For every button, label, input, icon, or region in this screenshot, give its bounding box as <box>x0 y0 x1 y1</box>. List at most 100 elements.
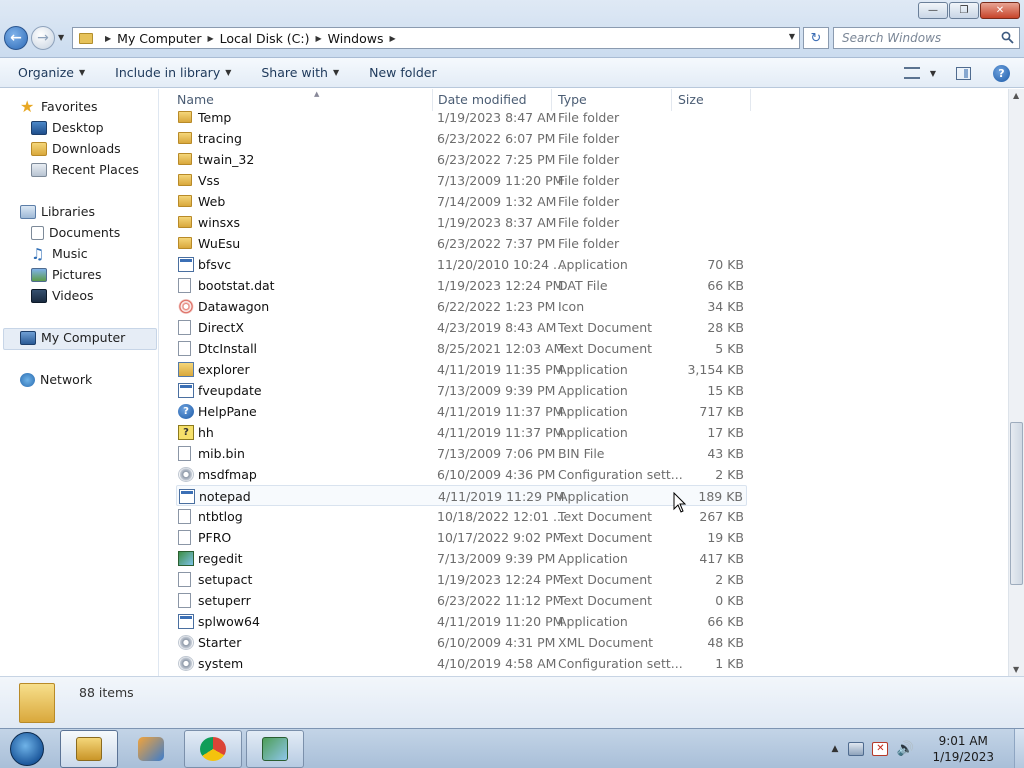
column-header-name-label: Name <box>177 92 214 107</box>
recent-pages-dropdown[interactable]: ▼ <box>58 33 64 42</box>
close-button[interactable]: ✕ <box>980 2 1020 19</box>
clock[interactable]: 9:01 AM 1/19/2023 <box>932 733 994 765</box>
action-center-icon[interactable]: ✕ <box>872 742 889 756</box>
file-row[interactable]: bootstat.dat 1/19/2023 12:24 PM DAT File 66… <box>176 275 747 296</box>
file-date-modified: 6/23/2022 7:37 PM <box>437 236 556 251</box>
file-row[interactable]: splwow64 4/11/2019 11:20 PM Application 66 … <box>176 611 747 632</box>
taskbar-network-app-button[interactable] <box>246 730 304 768</box>
file-type: File folder <box>558 215 620 230</box>
file-date-modified: 4/11/2019 11:20 PM <box>437 614 564 629</box>
file-row[interactable]: winsxs 1/19/2023 8:37 AM File folder <box>176 212 747 233</box>
taskbar-explorer-button[interactable] <box>60 730 118 768</box>
file-type: Application <box>558 362 628 377</box>
view-options-icon[interactable] <box>903 67 920 79</box>
forward-button[interactable]: → <box>31 26 55 50</box>
file-type: Text Document <box>558 572 653 587</box>
file-row[interactable]: fveupdate 7/13/2009 9:39 PM Application 15 … <box>176 380 747 401</box>
show-hidden-icons-icon[interactable]: ▲ <box>832 744 839 754</box>
file-row[interactable]: bfsvc 11/20/2010 10:24 ... Application 70 K… <box>176 254 747 275</box>
show-desktop-button[interactable] <box>1014 729 1024 768</box>
config-icon <box>178 467 194 482</box>
chevron-right-icon[interactable]: ▶ <box>105 34 111 43</box>
nav-item-documents[interactable]: Documents <box>31 225 120 240</box>
explorer-icon <box>76 737 102 761</box>
file-row[interactable]: Web 7/14/2009 1:32 AM File folder <box>176 191 747 212</box>
file-row[interactable]: setuperr 6/23/2022 11:12 PM Text Document 0… <box>176 590 747 611</box>
file-row[interactable]: ? HelpPane 4/11/2019 11:37 PM Application 71… <box>176 401 747 422</box>
breadcrumb-local-disk[interactable]: Local Disk (C:) <box>220 31 310 46</box>
file-row[interactable]: WuEsu 6/23/2022 7:37 PM File folder <box>176 233 747 254</box>
refresh-button[interactable]: ↻ <box>803 27 829 49</box>
taskbar-chrome-button[interactable] <box>184 730 242 768</box>
nav-item-label: Desktop <box>52 120 104 135</box>
search-input[interactable]: Search Windows <box>833 27 1020 49</box>
help-icon[interactable]: ? <box>993 64 1010 82</box>
chrome-icon <box>200 737 226 761</box>
chevron-down-icon[interactable]: ▼ <box>930 69 936 78</box>
preview-pane-icon[interactable] <box>956 66 971 80</box>
start-button[interactable] <box>2 729 52 768</box>
scroll-down-icon[interactable]: ▼ <box>1013 665 1019 674</box>
nav-item-music[interactable]: ♫ Music <box>31 246 88 261</box>
file-row[interactable]: regedit 7/13/2009 9:39 PM Application 417 K… <box>176 548 747 569</box>
nav-libraries[interactable]: Libraries <box>20 204 95 219</box>
include-in-library-menu[interactable]: Include in library ▼ <box>106 58 240 87</box>
nav-item-pictures[interactable]: Pictures <box>31 267 102 282</box>
chevron-right-icon[interactable]: ▶ <box>207 34 213 43</box>
file-row[interactable]: ntbtlog 10/18/2022 12:01 ... Text Document… <box>176 506 747 527</box>
chevron-right-icon[interactable]: ▶ <box>389 34 395 43</box>
file-row[interactable]: Temp 1/19/2023 8:47 AM File folder <box>176 107 747 128</box>
file-row[interactable]: DirectX 4/23/2019 8:43 AM Text Document 28 … <box>176 317 747 338</box>
column-separator[interactable] <box>750 89 751 111</box>
file-row[interactable]: PFRO 10/17/2022 9:02 PM Text Document 19 KB <box>176 527 747 548</box>
new-folder-button[interactable]: New folder <box>360 58 446 87</box>
file-size: 70 KB <box>707 257 744 272</box>
network-tray-icon[interactable] <box>848 742 865 756</box>
file-row[interactable]: msdfmap 6/10/2009 4:36 PM Configuration se… <box>176 464 747 485</box>
file-row[interactable]: tracing 6/23/2022 6:07 PM File folder <box>176 128 747 149</box>
file-row[interactable]: system 4/10/2019 4:58 AM Configuration set… <box>176 653 747 674</box>
nav-my-computer[interactable]: My Computer <box>20 330 125 345</box>
vertical-scrollbar[interactable]: ▲ ▼ <box>1008 89 1024 676</box>
document-icon <box>178 572 191 587</box>
address-bar[interactable]: ▶ My Computer ▶ Local Disk (C:) ▶ Window… <box>72 27 800 49</box>
nav-item-label: Recent Places <box>52 162 139 177</box>
command-toolbar: Organize ▼ Include in library ▼ Share wi… <box>0 58 1024 88</box>
share-with-menu[interactable]: Share with ▼ <box>252 58 348 87</box>
back-button[interactable]: ← <box>4 26 28 50</box>
taskbar-media-player-button[interactable] <box>122 730 180 768</box>
search-icon[interactable] <box>1001 31 1014 44</box>
file-row[interactable]: DtcInstall 8/25/2021 12:03 AM Text Documen… <box>176 338 747 359</box>
nav-item-label: Music <box>52 246 88 261</box>
file-row[interactable]: twain_32 6/23/2022 7:25 PM File folder <box>176 149 747 170</box>
videos-icon <box>31 288 47 303</box>
file-row[interactable]: notepad 4/11/2019 11:29 PM Application 189 … <box>176 485 747 506</box>
file-name: mib.bin <box>198 446 245 461</box>
file-row[interactable]: ? hh 4/11/2019 11:37 PM Application 17 KB <box>176 422 747 443</box>
file-row[interactable]: Datawagon 6/22/2022 1:23 PM Icon 34 KB <box>176 296 747 317</box>
file-row[interactable]: explorer 4/11/2019 11:35 PM Application 3,1… <box>176 359 747 380</box>
file-row[interactable]: mib.bin 7/13/2009 7:06 PM BIN File 43 KB <box>176 443 747 464</box>
organize-menu[interactable]: Organize ▼ <box>9 58 94 87</box>
nav-item-downloads[interactable]: Downloads <box>31 141 121 156</box>
chevron-right-icon[interactable]: ▶ <box>316 34 322 43</box>
nav-item-desktop[interactable]: Desktop <box>31 120 104 135</box>
maximize-button[interactable]: ❐ <box>949 2 979 19</box>
nav-favorites[interactable]: ★ Favorites <box>20 98 97 114</box>
application-icon <box>178 614 194 629</box>
nav-item-recent-places[interactable]: Recent Places <box>31 162 139 177</box>
file-row[interactable]: Vss 7/13/2009 11:20 PM File folder <box>176 170 747 191</box>
nav-network[interactable]: Network <box>20 372 92 387</box>
file-row[interactable]: Starter 6/10/2009 4:31 PM XML Document 48 K… <box>176 632 747 653</box>
file-name: winsxs <box>198 215 241 230</box>
nav-item-videos[interactable]: Videos <box>31 288 94 303</box>
file-type: Text Document <box>558 320 653 335</box>
scroll-up-icon[interactable]: ▲ <box>1013 91 1019 100</box>
scrollbar-thumb[interactable] <box>1010 422 1023 585</box>
volume-icon[interactable]: 🔊 <box>896 742 913 756</box>
file-row[interactable]: setupact 1/19/2023 12:24 PM Text Document 2… <box>176 569 747 590</box>
breadcrumb-my-computer[interactable]: My Computer <box>117 31 201 46</box>
address-dropdown-icon[interactable]: ▼ <box>789 32 795 41</box>
minimize-button[interactable]: — <box>918 2 948 19</box>
breadcrumb-windows[interactable]: Windows <box>328 31 384 46</box>
